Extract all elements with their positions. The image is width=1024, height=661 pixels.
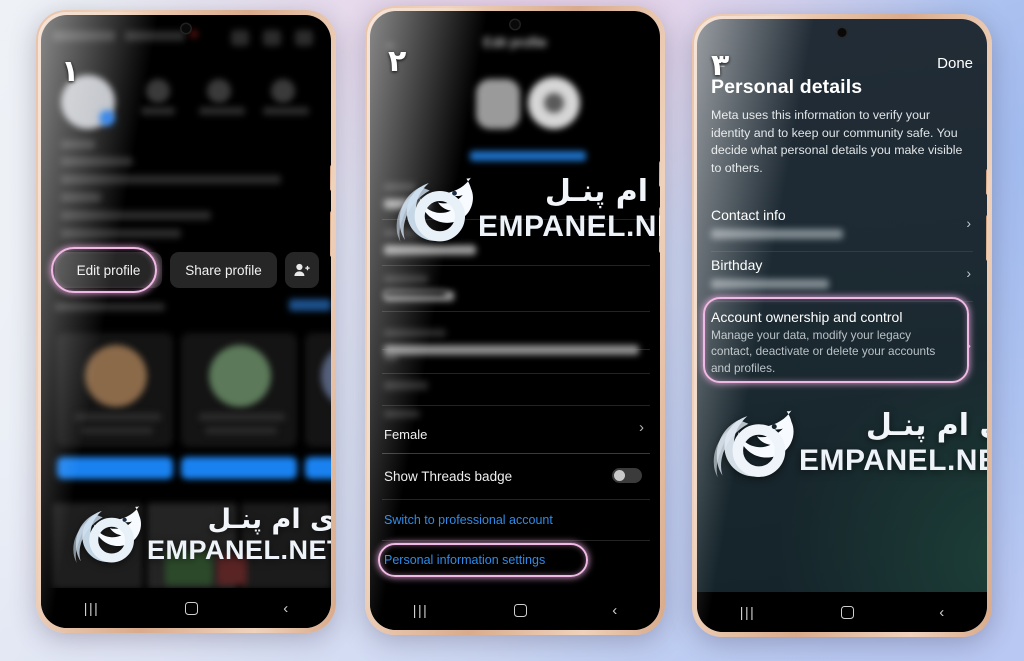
home-icon[interactable] xyxy=(184,601,198,615)
watermark-english: EMPANEL.NET xyxy=(478,210,660,243)
chevron-right-icon: › xyxy=(966,215,971,231)
watermark-persian: ای ام پنـل xyxy=(544,174,660,209)
recents-icon[interactable]: ||| xyxy=(413,602,429,618)
watermark-phone-3: ای ام پنـل EMPANEL.NET xyxy=(709,395,987,492)
watermark-persian: ای ام پنـل xyxy=(865,408,987,443)
phone-1-navbar: ||| ‹ xyxy=(41,588,331,628)
page-title: Personal details xyxy=(711,76,863,98)
highlight-account-ownership xyxy=(703,297,969,383)
phone-2-title: Edit profile xyxy=(483,35,547,50)
phone-2-camera xyxy=(510,20,520,29)
highlight-personal-information-settings xyxy=(378,543,588,577)
eagle-logo-icon xyxy=(392,163,484,256)
phone-2-header: ← Edit profile xyxy=(370,29,660,53)
home-icon[interactable] xyxy=(840,605,854,619)
list-item-title: Contact info xyxy=(711,207,786,223)
phone-1-screen: ۱ Edit profile Share profile ||| ‹ ای ام… xyxy=(41,15,331,628)
chevron-right-icon: › xyxy=(966,265,971,281)
show-threads-badge-label: Show Threads badge xyxy=(384,469,513,484)
page-description: Meta uses this information to verify you… xyxy=(711,108,963,175)
list-item-value-blurred xyxy=(711,279,829,289)
home-icon[interactable] xyxy=(513,603,527,617)
show-threads-badge-toggle[interactable] xyxy=(612,468,642,483)
tutorial-canvas: ۱ Edit profile Share profile ||| ‹ ای ام… xyxy=(0,0,1024,661)
list-item-title: Birthday xyxy=(711,257,763,273)
phone-3-navbar: ||| ‹ xyxy=(697,592,987,632)
recents-icon[interactable]: ||| xyxy=(84,600,100,616)
list-item-birthday[interactable]: Birthday › xyxy=(711,257,973,289)
share-profile-button[interactable]: Share profile xyxy=(170,252,277,288)
back-icon[interactable]: ‹ xyxy=(283,601,288,616)
phone-1-camera xyxy=(181,24,191,33)
step-number-3: ۳ xyxy=(711,48,730,83)
phone-1-frame: ۱ Edit profile Share profile ||| ‹ ای ام… xyxy=(36,10,336,633)
done-button[interactable]: Done xyxy=(937,55,973,72)
phone-2-navbar: ||| ‹ xyxy=(370,590,660,630)
phone-1-header-blurred xyxy=(41,29,331,53)
step-number-1: ۱ xyxy=(61,54,80,89)
edit-picture-link xyxy=(470,151,586,161)
back-icon[interactable]: ‹ xyxy=(939,605,944,620)
highlight-edit-profile xyxy=(51,247,157,293)
list-item-value-blurred xyxy=(711,229,843,239)
phone-2-frame: ۲ ← Edit profile Female › Show Threads b… xyxy=(365,6,665,635)
gender-value: Female xyxy=(384,427,428,442)
back-icon[interactable]: ‹ xyxy=(612,603,617,618)
list-item-contact-info[interactable]: Contact info › xyxy=(711,207,973,239)
recents-icon[interactable]: ||| xyxy=(740,604,756,620)
step-number-2: ۲ xyxy=(388,44,407,79)
watermark-phone-2: ای ام پنـل EMPANEL.NET xyxy=(392,163,660,256)
phone-3-frame: ← ۳ Done Personal details Meta uses this… xyxy=(692,14,992,637)
switch-professional-account-link[interactable]: Switch to professional account xyxy=(384,513,553,527)
phone-2-screen: ۲ ← Edit profile Female › Show Threads b… xyxy=(370,11,660,630)
eagle-logo-icon xyxy=(709,395,805,492)
watermark-english: EMPANEL.NET xyxy=(799,444,987,477)
gender-chevron-icon: › xyxy=(639,419,644,436)
phone-3-camera xyxy=(837,28,847,37)
phone-3-screen: ← ۳ Done Personal details Meta uses this… xyxy=(697,19,987,632)
add-person-icon[interactable] xyxy=(285,252,319,288)
